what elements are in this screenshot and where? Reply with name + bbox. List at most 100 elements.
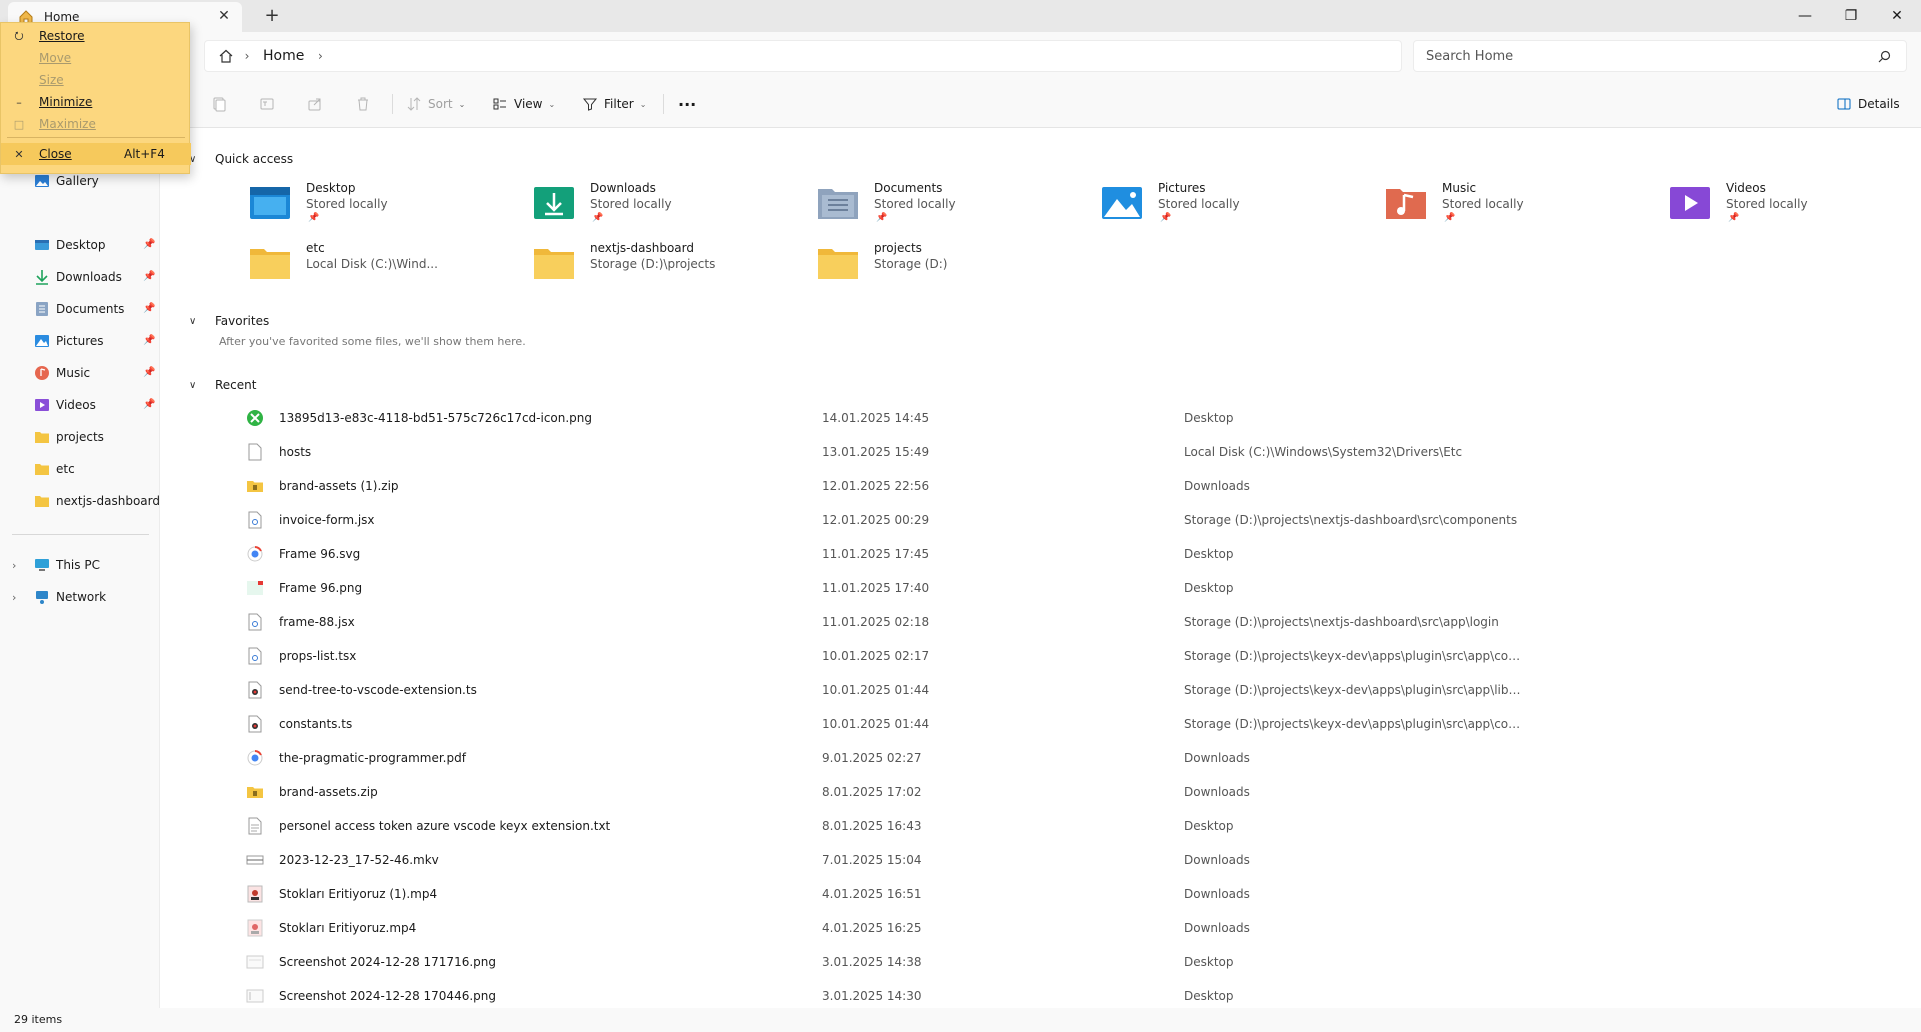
more-options-button[interactable]: ···: [672, 90, 702, 118]
file-icon: [246, 749, 264, 767]
pin-icon[interactable]: 📌: [1160, 213, 1171, 223]
file-icon: [246, 647, 264, 665]
qa-sub: Stored locally: [306, 197, 388, 211]
view-button[interactable]: View ⌄: [486, 90, 561, 118]
recent-file-date: 3.01.2025 14:38: [822, 955, 922, 969]
view-label: View: [514, 97, 543, 111]
recent-file-location: Storage (D:)\projects\keyx-dev\apps\plug…: [1184, 683, 1524, 697]
sidebar-item-this-pc[interactable]: › This PC: [0, 551, 160, 579]
recent-row[interactable]: send-tree-to-vscode-extension.ts 10.01.20…: [240, 673, 1880, 707]
quick-access-pictures[interactable]: Pictures Stored locally 📌: [1100, 181, 1380, 227]
recent-row[interactable]: frame-88.jsx 11.01.2025 02:18 Storage (D:)…: [240, 605, 1880, 639]
rename-icon[interactable]: [255, 92, 279, 116]
details-button[interactable]: Details: [1830, 90, 1906, 118]
recent-row[interactable]: 2023-12-23_17-52-46.mkv 7.01.2025 15:04 Do…: [240, 843, 1880, 877]
delete-icon[interactable]: [351, 92, 375, 116]
sidebar-item-downloads[interactable]: Downloads 📌: [0, 263, 160, 291]
file-icon: [246, 443, 264, 461]
search-input[interactable]: [1426, 48, 1872, 64]
sidebar-item-desktop[interactable]: Desktop 📌: [0, 231, 160, 259]
recent-file-location: Storage (D:)\projects\nextjs-dashboard\s…: [1184, 615, 1499, 629]
pin-icon[interactable]: 📌: [143, 303, 155, 315]
chevron-right-icon[interactable]: ›: [310, 49, 330, 63]
pin-icon[interactable]: 📌: [143, 367, 155, 379]
recent-row[interactable]: Stokları Eritiyoruz (1).mp4 4.01.2025 16:…: [240, 877, 1880, 911]
recent-row[interactable]: props-list.tsx 10.01.2025 02:17 Storage (D…: [240, 639, 1880, 673]
section-favorites[interactable]: ∨ Favorites: [189, 314, 269, 328]
recent-row[interactable]: Frame 96.png 11.01.2025 17:40 Desktop: [240, 571, 1880, 605]
section-recent[interactable]: ∨ Recent: [189, 378, 256, 392]
quick-access-downloads[interactable]: Downloads Stored locally 📌: [532, 181, 812, 227]
recent-row[interactable]: brand-assets (1).zip 12.01.2025 22:56 Down…: [240, 469, 1880, 503]
pin-icon[interactable]: 📌: [143, 271, 155, 283]
search-box[interactable]: [1413, 40, 1907, 72]
recent-row[interactable]: personel access token azure vscode keyx …: [240, 809, 1880, 843]
pin-icon[interactable]: 📌: [592, 213, 603, 223]
address-bar: › Home ›: [0, 32, 1921, 80]
sidebar-item-label: This PC: [56, 558, 100, 572]
close-tab-icon[interactable]: ✕: [216, 8, 232, 24]
quick-access-documents[interactable]: Documents Stored locally 📌: [816, 181, 1096, 227]
new-tab-button[interactable]: +: [262, 6, 282, 26]
minimize-button[interactable]: —: [1782, 0, 1828, 32]
file-icon: [246, 545, 264, 563]
quick-access-projects[interactable]: projects Storage (D:): [816, 241, 1096, 287]
sidebar-item-nextjs-dashboard[interactable]: nextjs-dashboard: [0, 487, 160, 515]
breadcrumb-home-icon[interactable]: [215, 45, 237, 67]
sidebar-item-videos[interactable]: Videos 📌: [0, 391, 160, 419]
search-icon[interactable]: [1872, 44, 1896, 68]
pin-icon[interactable]: 📌: [143, 335, 155, 347]
quick-access-desktop[interactable]: Desktop Stored locally 📌: [248, 181, 528, 227]
section-quick-access[interactable]: ∨ Quick access: [189, 152, 293, 166]
sidebar-item-music[interactable]: Music 📌: [0, 359, 160, 387]
sidebar-item-etc[interactable]: etc: [0, 455, 160, 483]
recent-row[interactable]: Stokları Eritiyoruz.mp4 4.01.2025 16:25 Do…: [240, 911, 1880, 945]
pin-icon[interactable]: 📌: [308, 213, 319, 223]
recent-file-date: 13.01.2025 15:49: [822, 445, 930, 459]
chevron-right-icon[interactable]: ›: [12, 559, 16, 572]
qa-name: Documents: [874, 181, 943, 195]
filter-button[interactable]: Filter ⌄: [576, 90, 652, 118]
chevron-down-icon[interactable]: ∨: [189, 316, 201, 327]
share-icon[interactable]: [303, 92, 327, 116]
pictures-folder-icon: [1102, 187, 1142, 219]
qa-sub: Storage (D:): [874, 257, 948, 271]
recent-file-location: Downloads: [1184, 887, 1250, 901]
recent-row[interactable]: the-pragmatic-programmer.pdf 9.01.2025 02…: [240, 741, 1880, 775]
copy-icon[interactable]: [207, 92, 231, 116]
recent-file-location: Desktop: [1184, 819, 1234, 833]
quick-access-music[interactable]: Music Stored locally 📌: [1384, 181, 1664, 227]
sidebar-item-pictures[interactable]: Pictures 📌: [0, 327, 160, 355]
pin-icon[interactable]: 📌: [1728, 213, 1739, 223]
recent-row[interactable]: hosts 13.01.2025 15:49 Local Disk (C:)\Win…: [240, 435, 1880, 469]
close-window-button[interactable]: ✕: [1874, 0, 1920, 32]
sidebar-item-network[interactable]: › Network: [0, 583, 160, 611]
quick-access-nextjs-dashboard[interactable]: nextjs-dashboard Storage (D:)\projects: [532, 241, 812, 287]
desktop-icon: [34, 237, 50, 253]
recent-row[interactable]: constants.ts 10.01.2025 01:44 Storage (D:)…: [240, 707, 1880, 741]
qa-sub: Storage (D:)\projects: [590, 257, 716, 271]
recent-row[interactable]: 13895d13-e83c-4118-bd51-575c726c17cd-ico…: [240, 401, 1880, 435]
recent-row[interactable]: Screenshot 2024-12-28 171716.png 3.01.202…: [240, 945, 1880, 979]
breadcrumb-home[interactable]: Home: [263, 48, 304, 64]
menu-item-close[interactable]: ✕ Close Alt+F4: [1, 143, 191, 165]
pin-icon[interactable]: 📌: [1444, 213, 1455, 223]
chevron-down-icon[interactable]: ∨: [189, 380, 201, 391]
menu-item-restore[interactable]: ⭮ Restore: [1, 25, 191, 47]
pin-icon[interactable]: 📌: [143, 239, 155, 251]
recent-row[interactable]: brand-assets.zip 8.01.2025 17:02 Downloads: [240, 775, 1880, 809]
maximize-button[interactable]: ❐: [1828, 0, 1874, 32]
breadcrumb[interactable]: › Home ›: [204, 40, 1402, 72]
sidebar-item-projects[interactable]: projects: [0, 423, 160, 451]
pin-icon[interactable]: 📌: [876, 213, 887, 223]
sidebar-item-documents[interactable]: Documents 📌: [0, 295, 160, 323]
recent-row[interactable]: invoice-form.jsx 12.01.2025 00:29 Storage …: [240, 503, 1880, 537]
pin-icon[interactable]: 📌: [143, 399, 155, 411]
chevron-right-icon[interactable]: ›: [12, 591, 16, 604]
quick-access-videos[interactable]: Videos Stored locally 📌: [1668, 181, 1921, 227]
menu-item-minimize[interactable]: – Minimize: [1, 91, 191, 113]
recent-row[interactable]: Frame 96.svg 11.01.2025 17:45 Desktop: [240, 537, 1880, 571]
quick-access-etc[interactable]: etc Local Disk (C:)\Wind...: [248, 241, 528, 287]
qa-sub: Stored locally: [1158, 197, 1240, 211]
sort-button[interactable]: Sort ⌄: [400, 90, 471, 118]
